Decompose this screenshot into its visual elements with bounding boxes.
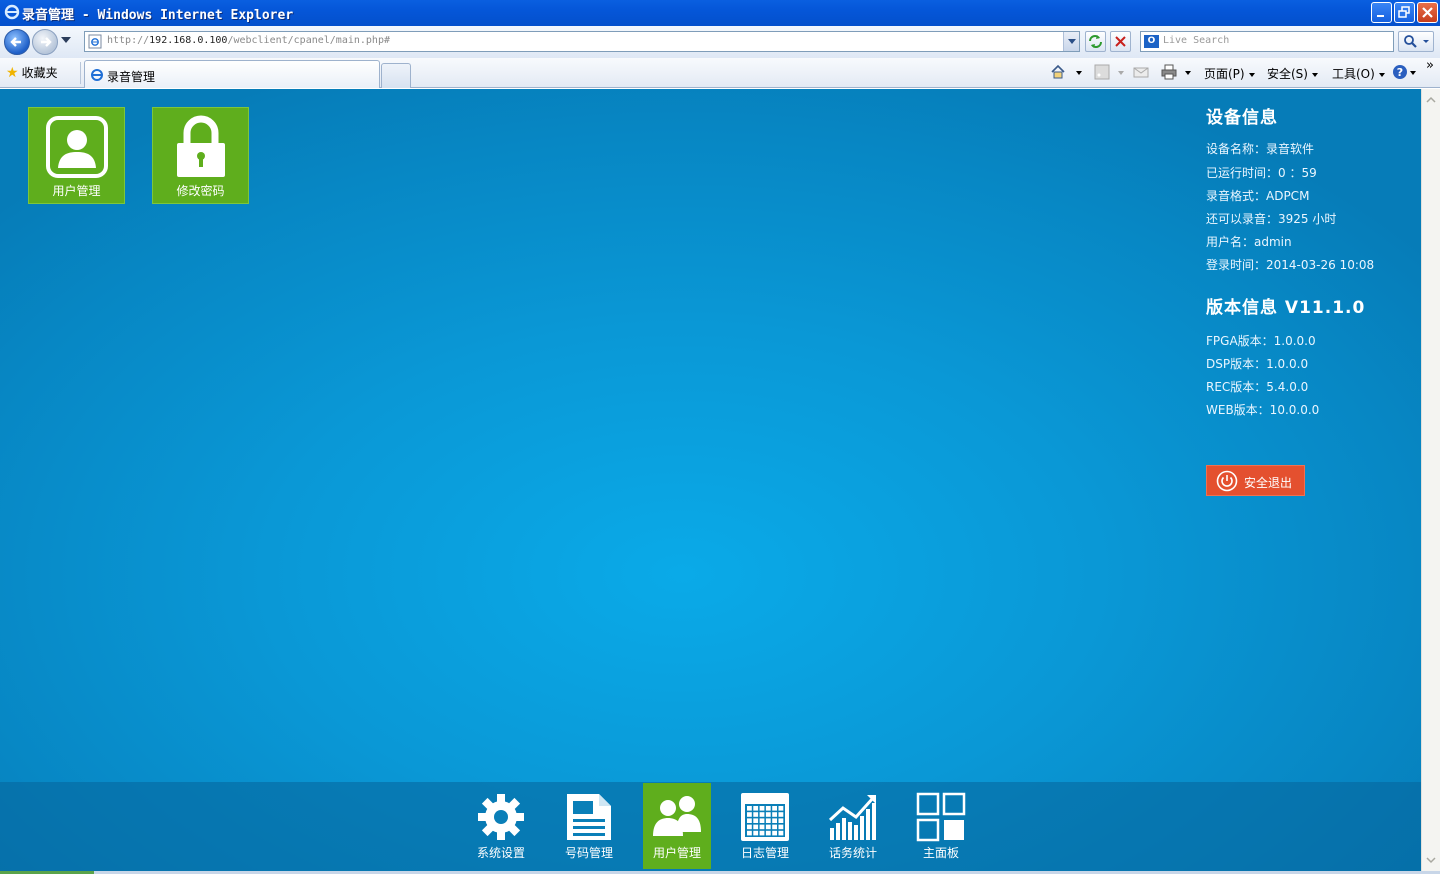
search-button[interactable] [1398,31,1434,52]
print-dropdown[interactable] [1181,65,1191,79]
close-icon [1422,7,1433,18]
dock-label: 号码管理 [564,846,613,860]
calendar-icon [741,793,789,841]
tools-menu[interactable]: 工具(O) [1332,65,1385,82]
close-window-button[interactable] [1417,2,1438,23]
dock-log-management[interactable]: 日志管理 [731,783,799,869]
home-icon[interactable] [1050,64,1066,80]
stop-icon [1115,36,1126,47]
ie-logo-icon [4,4,20,20]
version-info-row: DSP版本：1.0.0.0 [1206,357,1309,371]
tab-current[interactable]: 录音管理 [84,60,380,88]
dashboard-icon [916,792,966,842]
dock-main-dashboard[interactable]: 主面板 [907,783,975,869]
dock-label: 日志管理 [740,846,789,860]
document-icon [567,794,611,840]
version-info-row: WEB版本：10.0.0.0 [1206,403,1320,417]
print-icon[interactable] [1161,64,1177,80]
back-button[interactable] [4,29,30,55]
refresh-icon [1089,35,1102,48]
user-icon [46,116,108,178]
feeds-dropdown[interactable] [1114,65,1124,79]
forward-arrow-icon [41,37,52,47]
help-dropdown[interactable] [1406,65,1416,79]
search-placeholder: Live Search [1163,35,1230,46]
bottom-dock: 系统设置 号码管理 用户管理 日志管理 话务统计 主面板 [0,782,1421,871]
stop-button[interactable] [1110,31,1131,52]
restore-button[interactable] [1394,2,1415,23]
logout-button[interactable]: 安全退出 [1206,465,1305,496]
refresh-button[interactable] [1085,31,1106,52]
device-info-row: 用户名：admin [1206,235,1292,249]
search-field[interactable]: O Live Search [1140,31,1394,52]
divider [80,62,81,84]
command-bar: ★ 收藏夹 录音管理 页面(P) 安全(S) 工具(O) ? » [0,58,1440,88]
users-icon [653,796,701,836]
power-icon [1216,470,1238,492]
ie-page-icon [91,69,103,81]
tile-label: 修改密码 [176,184,225,198]
version-info-row: FPGA版本：1.0.0.0 [1206,334,1316,348]
tab-title: 录音管理 [107,70,156,84]
logout-label: 安全退出 [1244,476,1293,490]
address-dropdown-button[interactable] [1063,32,1079,51]
search-icon [1404,35,1429,48]
more-commands-chevron[interactable]: » [1426,58,1434,73]
minimize-icon [1377,15,1384,17]
window-title-bar: 录音管理 - Windows Internet Explorer [0,0,1440,26]
restore-icon [1398,6,1410,18]
dock-label: 用户管理 [652,846,701,860]
dock-label: 系统设置 [476,846,525,860]
device-info-row: 还可以录音：3925 小时 [1206,212,1337,226]
page-content: 用户管理 修改密码 设备信息 设备名称：录音软件 已运行时间：0 ：59 录音格… [0,89,1421,871]
device-info-row: 录音格式：ADPCM [1206,189,1310,203]
dock-number-management[interactable]: 号码管理 [555,783,623,869]
vertical-scrollbar[interactable] [1421,89,1440,871]
new-tab-button[interactable] [381,63,411,88]
dock-user-management[interactable]: 用户管理 [643,783,711,869]
minimize-button[interactable] [1371,2,1392,23]
version-info-row: REC版本：5.4.0.0 [1206,380,1309,394]
page-menu[interactable]: 页面(P) [1204,65,1255,82]
svg-text:?: ? [1397,66,1403,79]
forward-button[interactable] [32,29,58,55]
scroll-down-arrow-icon[interactable] [1424,853,1438,867]
page-icon [88,34,102,49]
device-info-row: 已运行时间：0 ：59 [1206,166,1317,180]
address-toolbar: http://192.168.0.100/webclient/cpanel/ma… [0,26,1440,58]
dock-label: 话务统计 [828,846,877,860]
tile-user-management[interactable]: 用户管理 [28,107,125,204]
dock-system-settings[interactable]: 系统设置 [467,783,535,869]
recent-pages-dropdown[interactable] [61,37,71,43]
dock-traffic-statistics[interactable]: 话务统计 [819,783,887,869]
live-search-logo-icon: O [1144,35,1159,48]
address-field[interactable]: http://192.168.0.100/webclient/cpanel/ma… [84,31,1080,52]
device-info-row: 登录时间：2014-03-26 10:08 [1206,258,1375,272]
gear-icon [478,794,524,840]
dock-label: 主面板 [922,846,959,860]
read-mail-icon[interactable] [1133,64,1149,80]
lock-icon [177,115,225,177]
home-dropdown[interactable] [1072,65,1082,79]
scroll-up-arrow-icon[interactable] [1424,93,1438,107]
safety-menu[interactable]: 安全(S) [1267,65,1318,82]
device-info-row: 设备名称：录音软件 [1206,142,1315,156]
favorites-button[interactable]: ★ 收藏夹 [6,64,58,81]
star-icon: ★ [6,65,19,81]
device-info-heading: 设备信息 [1206,108,1278,128]
version-info-heading: 版本信息 V11.1.0 [1206,298,1366,318]
tile-change-password[interactable]: 修改密码 [152,107,249,204]
window-title: 录音管理 - Windows Internet Explorer [22,8,294,23]
chart-icon [828,795,876,840]
url-text: http://192.168.0.100/webclient/cpanel/ma… [107,35,390,46]
tile-label: 用户管理 [52,184,101,198]
feeds-icon[interactable] [1094,64,1110,80]
back-arrow-icon [10,37,21,47]
